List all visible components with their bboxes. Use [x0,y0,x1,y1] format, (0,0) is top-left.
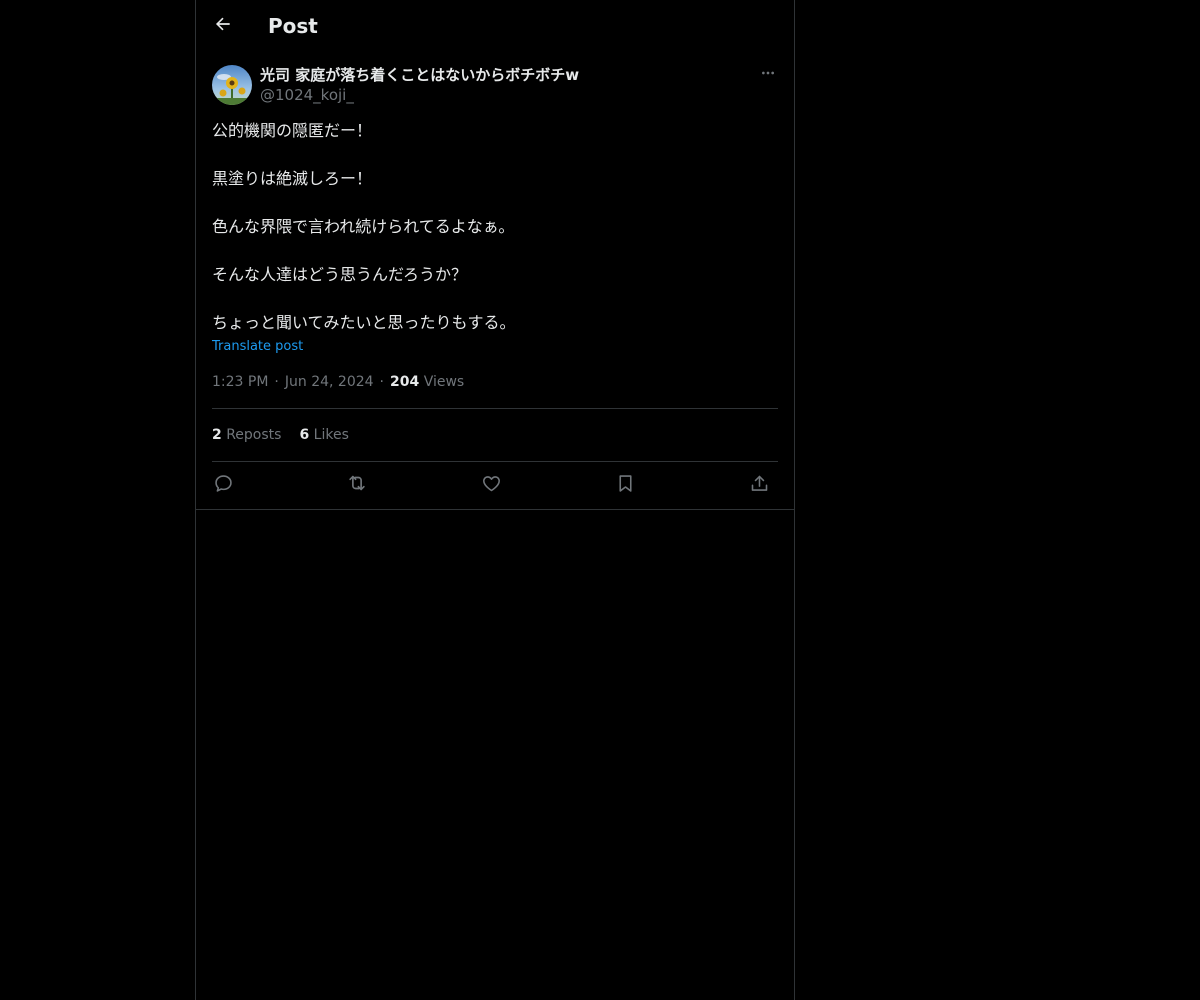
repost-icon [346,472,368,498]
author-display-name[interactable]: 光司 家庭が落ち着くことはないからボチボチw [260,65,579,85]
author-handle[interactable]: @1024_koji_ [260,85,579,105]
bookmark-icon [615,473,636,498]
post-stats: 2 Reposts 6 Likes [212,425,349,445]
bookmark-button[interactable] [612,472,638,498]
post-text-line: ちょっと聞いてみたいと思ったりもする。 [212,313,516,332]
post-actions [212,472,778,498]
avatar[interactable] [212,65,252,105]
post-text-line: そんな人達はどう思うんだろうか？ [212,265,468,284]
back-button[interactable] [209,12,237,40]
translate-post-link[interactable]: Translate post [212,338,303,356]
meta-separator: · [274,374,279,390]
reposts-stat[interactable]: 2 Reposts [212,427,281,443]
views-label: Views [423,374,465,390]
likes-label: Likes [313,427,349,443]
page-title: Post [268,14,318,38]
author-names: 光司 家庭が落ち着くことはないからボチボチw @1024_koji_ [260,65,579,105]
repost-button[interactable] [344,472,370,498]
page-header: Post [196,0,794,53]
likes-count: 6 [299,427,310,443]
post-text-line: 黒塗りは絶滅しろー！ [212,169,373,188]
post-text: 公的機関の隠匿だー！ 黒塗りは絶滅しろー！ 色んな界隈で言われ続けられてるよなぁ… [212,119,778,335]
meta-separator: · [379,374,384,390]
reply-icon [213,473,234,498]
post-bottom-border [196,509,794,510]
like-button[interactable] [478,472,504,498]
likes-stat[interactable]: 6 Likes [299,427,348,443]
share-icon [749,473,770,498]
post-date[interactable]: Jun 24, 2024 [285,374,374,390]
divider [212,461,778,462]
arrow-left-icon [213,14,233,38]
divider [212,408,778,409]
reply-button[interactable] [210,472,236,498]
more-button[interactable] [758,65,778,85]
reposts-label: Reposts [226,427,282,443]
heart-icon [481,473,502,498]
more-horizontal-icon [760,65,776,85]
views-count: 204 [390,374,420,390]
post-column: Post 光司 家庭が落ち着くことはないからボチボチw @1024_koji_ … [195,0,795,1000]
post-meta: 1:23 PM · Jun 24, 2024 · 204 Views [212,372,464,392]
share-button[interactable] [746,472,772,498]
post-text-line: 色んな界隈で言われ続けられてるよなぁ。 [212,217,515,236]
post-author: 光司 家庭が落ち着くことはないからボチボチw @1024_koji_ [212,65,778,107]
post-time[interactable]: 1:23 PM [212,374,268,390]
post-text-line: 公的機関の隠匿だー！ [212,121,373,140]
reposts-count: 2 [212,427,222,443]
